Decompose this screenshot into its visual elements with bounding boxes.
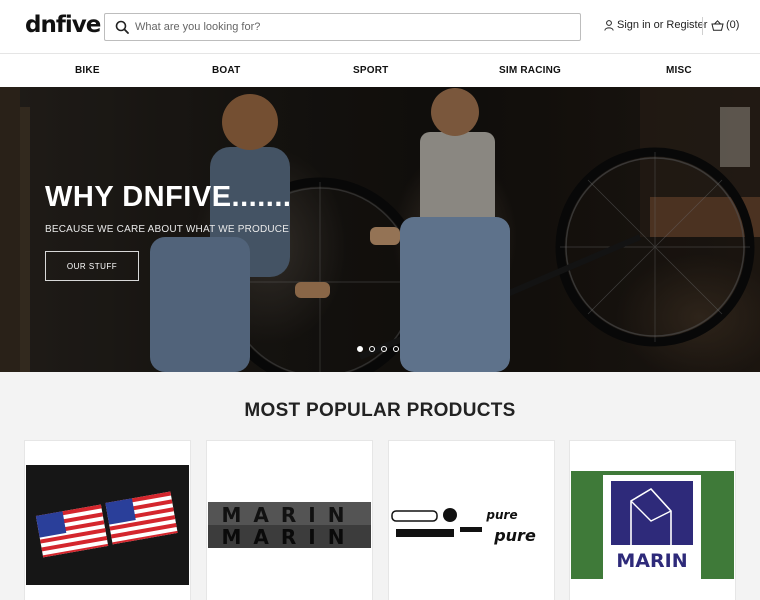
product-card[interactable]: MARIN MARIN bbox=[206, 440, 373, 600]
account-links: Sign in or Register bbox=[604, 19, 707, 31]
header-divider bbox=[702, 17, 703, 35]
product-image[interactable]: MARIN MARIN bbox=[208, 502, 371, 548]
user-icon bbox=[604, 19, 614, 31]
slide-dot[interactable] bbox=[357, 346, 363, 352]
sign-in-link[interactable]: Sign in bbox=[617, 19, 651, 31]
or-text: or bbox=[653, 19, 664, 31]
search-input[interactable] bbox=[135, 17, 565, 37]
product-image[interactable] bbox=[26, 465, 189, 585]
section-title: MOST POPULAR PRODUCTS bbox=[244, 400, 516, 421]
search-bar[interactable] bbox=[104, 13, 581, 41]
main-nav: BIKE BOAT SPORT SIM RACING MISC bbox=[0, 55, 760, 87]
marin-text-top: MARIN bbox=[222, 503, 357, 527]
nav-item-misc[interactable]: MISC bbox=[666, 65, 692, 76]
nav-item-sport[interactable]: SPORT bbox=[353, 65, 388, 76]
popular-products: MOST POPULAR PRODUCTS MARIN MARIN pure p… bbox=[0, 372, 760, 600]
nav-item-bike[interactable]: BIKE bbox=[75, 65, 100, 76]
marin-text-bottom: MARIN bbox=[222, 525, 357, 548]
pure-racing-decal-set-image: pure pure bbox=[390, 503, 553, 545]
search-icon[interactable] bbox=[115, 20, 129, 34]
marin-text-decals-image: MARIN MARIN bbox=[208, 502, 371, 548]
marin-logo-text: MARIN bbox=[616, 550, 687, 572]
site-header: dnfive Sign in or Register (0) bbox=[0, 0, 760, 54]
slide-dot[interactable] bbox=[381, 346, 387, 352]
product-image[interactable]: MARIN bbox=[571, 471, 734, 579]
product-card[interactable]: pure pure bbox=[388, 440, 555, 600]
nav-item-boat[interactable]: BOAT bbox=[212, 65, 240, 76]
pure-text-bottom: pure bbox=[493, 526, 536, 545]
our-stuff-button[interactable]: OUR STUFF bbox=[45, 251, 139, 281]
slide-dot[interactable] bbox=[369, 346, 375, 352]
hero-slider[interactable]: WHY DNFIVE....... BECAUSE WE CARE ABOUT … bbox=[0, 87, 760, 372]
site-logo[interactable]: dnfive bbox=[25, 12, 101, 38]
slider-dots bbox=[357, 346, 399, 352]
hero-subtitle: BECAUSE WE CARE ABOUT WHAT WE PRODUCE bbox=[45, 224, 290, 235]
nav-item-sim-racing[interactable]: SIM RACING bbox=[499, 65, 561, 76]
cart-count: (0) bbox=[726, 19, 740, 31]
slide-dot[interactable] bbox=[393, 346, 399, 352]
usa-flag-decals-image bbox=[26, 465, 189, 585]
product-image[interactable]: pure pure bbox=[390, 503, 553, 545]
product-card[interactable] bbox=[24, 440, 191, 600]
basket-icon bbox=[711, 19, 724, 31]
cart-link[interactable]: (0) bbox=[711, 19, 739, 31]
pure-text-top: pure bbox=[485, 508, 517, 522]
product-card[interactable]: MARIN bbox=[569, 440, 736, 600]
hero-title: WHY DNFIVE....... bbox=[45, 181, 292, 213]
marin-logo-decal-image: MARIN bbox=[571, 471, 734, 579]
